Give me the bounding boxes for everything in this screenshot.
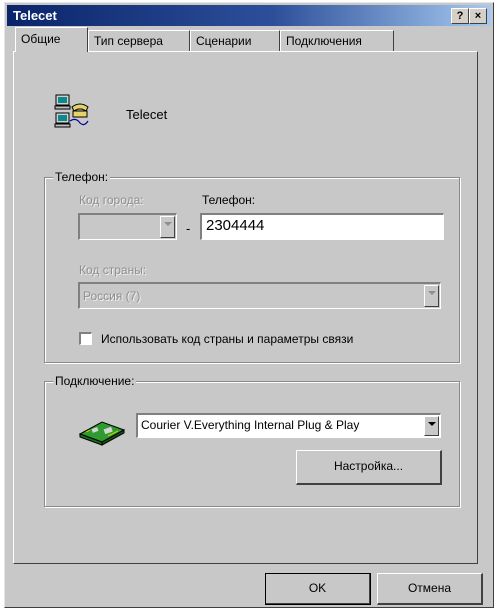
ok-button[interactable]: OK — [265, 573, 371, 605]
tab-connections-label: Подключения — [286, 34, 362, 48]
tab-scripts-label: Сценарии — [196, 34, 252, 48]
help-button[interactable]: ? — [451, 8, 469, 24]
window-title: Telecet — [13, 8, 57, 23]
tab-connections[interactable]: Подключения — [280, 30, 394, 51]
tab-general[interactable]: Общие — [15, 27, 88, 52]
tab-server-type-label: Тип сервера — [94, 34, 163, 48]
tab-general-label: Общие — [21, 32, 61, 46]
tab-server-type[interactable]: Тип сервера — [88, 30, 190, 51]
title-bar[interactable]: Telecet ? × — [7, 5, 491, 26]
close-button[interactable]: × — [469, 8, 487, 24]
tab-scripts[interactable]: Сценарии — [190, 30, 280, 51]
tab-panel — [13, 51, 478, 564]
cancel-button[interactable]: Отмена — [377, 573, 483, 605]
